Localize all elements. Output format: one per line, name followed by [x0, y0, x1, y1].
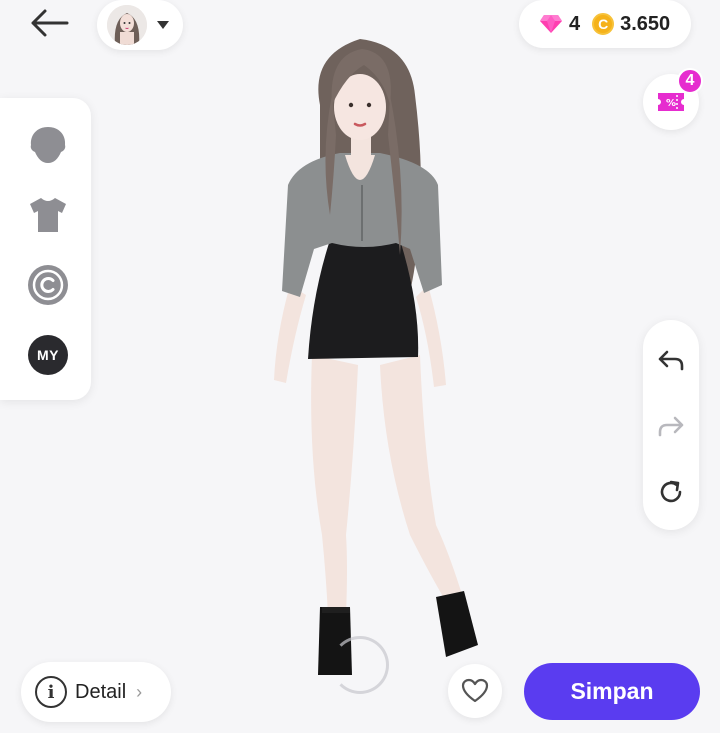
back-button[interactable] [22, 2, 76, 44]
category-clothes[interactable] [25, 192, 71, 238]
category-copyright[interactable] [25, 262, 71, 308]
loading-indicator [331, 636, 389, 694]
history-panel [643, 320, 699, 530]
undo-icon [658, 350, 684, 371]
coupon-button[interactable]: % 4 [643, 68, 703, 130]
coupon-icon: % [658, 93, 684, 111]
diamond-icon [540, 15, 562, 33]
category-panel: MY [0, 98, 91, 400]
coupon-count-badge: 4 [677, 68, 703, 94]
category-my[interactable]: MY [25, 332, 71, 378]
info-icon: i [35, 676, 67, 708]
redo-button[interactable] [651, 406, 691, 446]
heart-icon [461, 678, 489, 703]
head-icon [30, 127, 66, 163]
diamond-count: 4 [569, 12, 581, 35]
chevron-right-icon: › [136, 681, 143, 702]
caret-down-icon [157, 21, 169, 29]
coin-count: 3.650 [620, 12, 671, 35]
redo-icon [658, 416, 684, 437]
shirt-icon [30, 198, 66, 232]
my-label: MY [28, 335, 68, 375]
detail-label: Detail [75, 680, 127, 703]
copyright-icon [28, 265, 68, 305]
category-head[interactable] [25, 122, 71, 168]
favorite-button[interactable] [448, 664, 502, 718]
refresh-icon [660, 480, 682, 503]
avatar-figure [250, 35, 480, 715]
currency-display[interactable]: 4 C 3.650 [519, 0, 691, 48]
svg-text:%: % [666, 98, 676, 109]
reset-button[interactable] [651, 472, 691, 512]
avatar [107, 5, 147, 45]
save-button[interactable]: Simpan [524, 663, 700, 720]
arrow-left-icon [31, 9, 69, 37]
undo-button[interactable] [651, 340, 691, 380]
detail-button[interactable]: i Detail › [21, 662, 171, 722]
coin-icon: C [592, 13, 615, 35]
avatar-selector[interactable] [97, 0, 183, 50]
